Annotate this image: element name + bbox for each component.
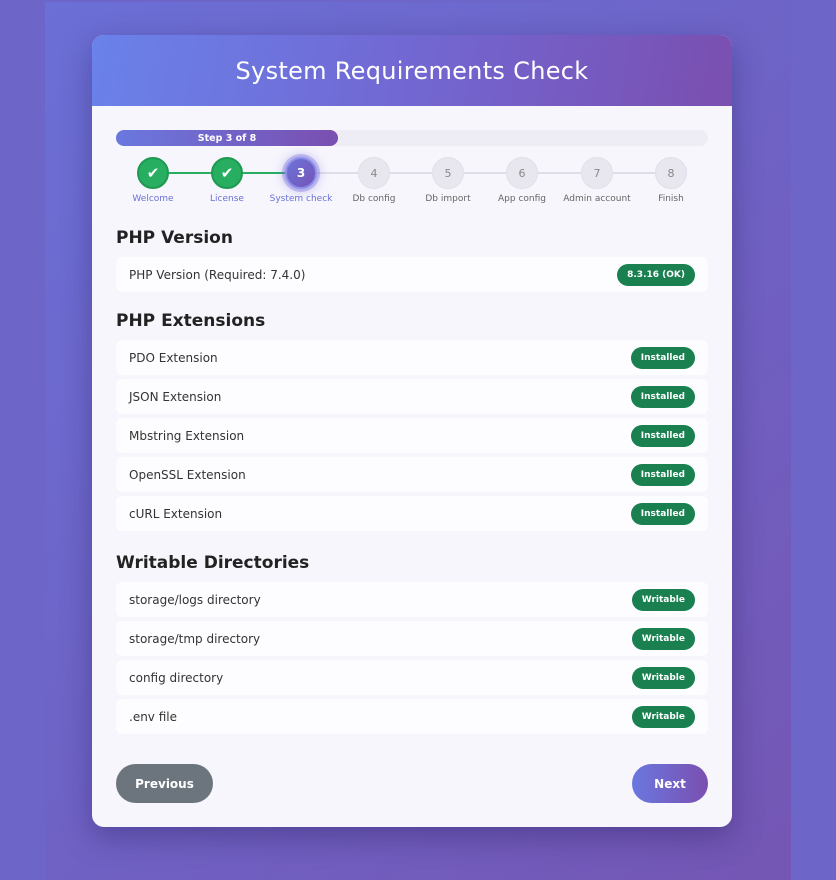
step-number: 8: [655, 157, 687, 189]
requirement-label: config directory: [129, 670, 224, 685]
requirement-label: OpenSSL Extension: [129, 467, 246, 482]
section-php-version: PHP Version PHP Version (Required: 7.4.0…: [116, 228, 708, 292]
requirement-label: PDO Extension: [129, 350, 218, 365]
card-body: Step 3 of 8 ✔ Welcome ✔ License 3 System chec…: [92, 130, 732, 734]
progress-label: Step 3 of 8: [197, 132, 257, 144]
section-title: PHP Extensions: [116, 311, 266, 331]
installer-card: System Requirements Check Step 3 of 8 ✔ W…: [92, 35, 732, 827]
requirement-row: PDO Extension Installed: [116, 340, 708, 375]
section-php-extensions: PHP Extensions PDO Extension Installed JSO…: [116, 311, 708, 531]
status-badge: Writable: [631, 627, 695, 650]
requirement-label: Mbstring Extension: [129, 428, 245, 443]
step-number: 3: [285, 157, 317, 189]
requirement-row: cURL Extension Installed: [116, 496, 708, 531]
step-number: 4: [358, 157, 390, 189]
requirement-label: cURL Extension: [129, 506, 223, 521]
requirement-row: PHP Version (Required: 7.4.0) 8.3.16 (OK): [116, 257, 708, 292]
checkmark-icon: ✔: [137, 157, 169, 189]
status-badge: Installed: [630, 346, 695, 369]
requirement-label: JSON Extension: [129, 389, 222, 404]
requirement-row: JSON Extension Installed: [116, 379, 708, 414]
step-label: Finish: [658, 194, 684, 204]
section-title: PHP Version: [116, 228, 233, 248]
next-button[interactable]: Next: [632, 764, 708, 803]
progress-fill: Step 3 of 8: [116, 130, 338, 146]
requirement-row: config directory Writable: [116, 660, 708, 695]
requirement-label: storage/tmp directory: [129, 631, 261, 646]
status-badge: Installed: [630, 463, 695, 486]
step-number: 5: [432, 157, 464, 189]
section-title: Writable Directories: [116, 553, 310, 573]
checkmark-icon: ✔: [211, 157, 243, 189]
status-badge: Writable: [631, 588, 695, 611]
status-badge: Installed: [630, 385, 695, 408]
requirement-row: storage/logs directory Writable: [116, 582, 708, 617]
requirement-row: Mbstring Extension Installed: [116, 418, 708, 453]
previous-button[interactable]: Previous: [116, 764, 213, 803]
status-badge: Writable: [631, 705, 695, 728]
requirement-label: PHP Version (Required: 7.4.0): [129, 267, 306, 282]
step-indicator: ✔ Welcome ✔ License 3 System check 4 Db config 5…: [116, 157, 708, 217]
status-badge: Installed: [630, 424, 695, 447]
status-badge: Installed: [630, 502, 695, 525]
step-number: 7: [581, 157, 613, 189]
card-header: System Requirements Check: [92, 35, 732, 106]
step-number: 6: [506, 157, 538, 189]
page-title: System Requirements Check: [235, 56, 589, 85]
requirement-row: .env file Writable: [116, 699, 708, 734]
status-badge: 8.3.16 (OK): [617, 263, 695, 286]
requirement-row: storage/tmp directory Writable: [116, 621, 708, 656]
requirement-label: storage/logs directory: [129, 592, 261, 607]
progress-bar: Step 3 of 8: [116, 130, 708, 146]
step-finish: 8 Finish: [626, 157, 716, 204]
requirement-row: OpenSSL Extension Installed: [116, 457, 708, 492]
section-writable-directories: Writable Directories storage/logs direct…: [116, 553, 708, 734]
status-badge: Writable: [631, 666, 695, 689]
requirement-label: .env file: [129, 709, 177, 724]
